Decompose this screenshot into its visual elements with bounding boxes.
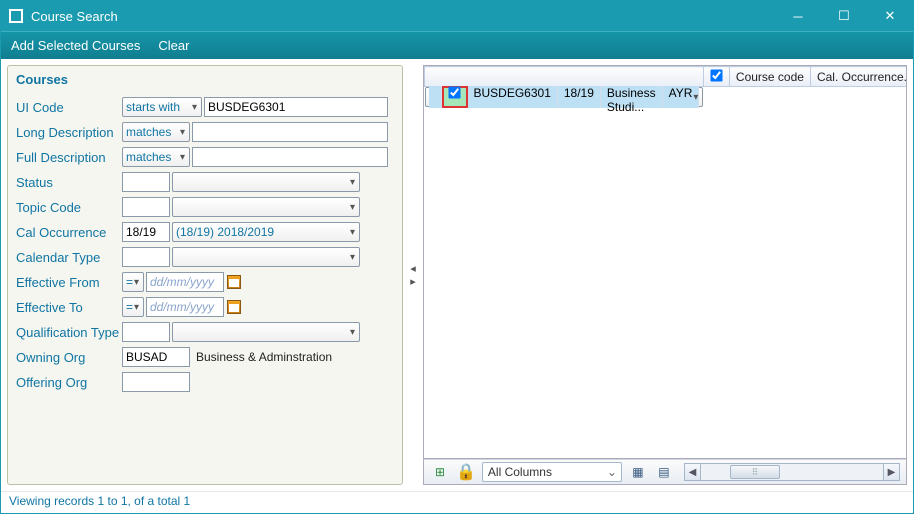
splitter-handle[interactable]: ◂▸ <box>407 65 419 485</box>
cal-type-select[interactable] <box>172 247 360 267</box>
title-bar: Course Search ─ ☐ ✕ <box>1 1 913 31</box>
calendar-icon[interactable] <box>227 275 241 289</box>
row-eff-to: Effective To = <box>16 295 394 319</box>
eff-from-operator[interactable]: = <box>122 272 144 292</box>
th-check[interactable] <box>703 67 729 87</box>
row-full-desc: Full Description matches <box>16 145 394 169</box>
row-long-desc: Long Description matches <box>16 120 394 144</box>
qual-type-select[interactable] <box>172 322 360 342</box>
row-cal-type: Calendar Type <box>16 245 394 269</box>
label-long-desc: Long Description <box>16 125 122 140</box>
scroll-left-arrow-icon[interactable]: ◀ <box>685 464 701 480</box>
filter-scope-dropdown[interactable]: All Columns <box>482 462 622 482</box>
calendar-icon[interactable] <box>227 300 241 314</box>
panel-title: Courses <box>16 72 394 87</box>
eff-to-operator[interactable]: = <box>122 297 144 317</box>
label-cal-occ: Cal Occurrence <box>16 225 122 240</box>
window-controls: ─ ☐ ✕ <box>775 1 913 31</box>
label-full-desc: Full Description <box>16 150 122 165</box>
eff-from-input[interactable] <box>146 272 224 292</box>
cal-type-code-input[interactable] <box>122 247 170 267</box>
cell-course-code: BUSDEG6301 <box>468 86 558 108</box>
long-desc-operator[interactable]: matches <box>122 122 190 142</box>
label-topic: Topic Code <box>16 200 122 215</box>
long-desc-input[interactable] <box>192 122 388 142</box>
grid-toolbar: ⊞ 🔒 All Columns ▦ ▤ ◀ ⠿ ▶ <box>423 459 907 485</box>
label-eff-to: Effective To <box>16 300 122 315</box>
topic-code-input[interactable] <box>122 197 170 217</box>
row-qual-type: Qualification Type <box>16 320 394 344</box>
cell-cal-occurrence: 18/19 <box>558 86 601 108</box>
label-own-org: Owning Org <box>16 350 122 365</box>
eff-to-input[interactable] <box>146 297 224 317</box>
scrollbar-thumb[interactable]: ⠿ <box>730 465 780 479</box>
label-cal-type: Calendar Type <box>16 250 122 265</box>
label-ui-code: UI Code <box>16 100 122 115</box>
lock-icon: 🔒 <box>456 462 476 482</box>
maximize-button[interactable]: ☐ <box>821 1 867 31</box>
th-cal-occurrence[interactable]: Cal. Occurrence... <box>810 67 907 87</box>
menu-add-selected[interactable]: Add Selected Courses <box>11 38 140 53</box>
export-icon[interactable]: ⊞ <box>430 462 450 482</box>
status-text: Viewing records 1 to 1, of a total 1 <box>9 494 190 508</box>
row-status: Status <box>16 170 394 194</box>
window-title: Course Search <box>31 9 118 24</box>
label-off-org: Offering Org <box>16 375 122 390</box>
row-indicator <box>429 86 442 108</box>
close-button[interactable]: ✕ <box>867 1 913 31</box>
qual-type-code-input[interactable] <box>122 322 170 342</box>
full-desc-operator[interactable]: matches <box>122 147 190 167</box>
table-header: Course code Cal. Occurrence... Long Desc… <box>425 67 908 87</box>
results-panel: Course code Cal. Occurrence... Long Desc… <box>423 65 907 485</box>
menu-clear[interactable]: Clear <box>158 38 189 53</box>
status-code-input[interactable] <box>122 172 170 192</box>
header-checkbox[interactable] <box>710 69 722 81</box>
grid-action-1-icon[interactable]: ▦ <box>628 462 648 482</box>
label-eff-from: Effective From <box>16 275 122 290</box>
label-qual-type: Qualification Type <box>16 325 122 340</box>
table-row[interactable]: BUSDEG6301 18/19 Business Studi... AYR <box>425 87 704 107</box>
ui-code-operator[interactable]: starts with <box>122 97 202 117</box>
cell-cal-type: AYR <box>663 86 700 108</box>
off-org-input[interactable] <box>122 372 190 392</box>
row-checkbox[interactable] <box>448 86 460 98</box>
row-eff-from: Effective From = <box>16 270 394 294</box>
main-content: Courses UI Code starts with Long Descrip… <box>1 59 913 491</box>
label-status: Status <box>16 175 122 190</box>
row-off-org: Offering Org <box>16 370 394 394</box>
th-course-code[interactable]: Course code <box>729 67 810 87</box>
ui-code-input[interactable] <box>204 97 388 117</box>
grid-action-2-icon[interactable]: ▤ <box>654 462 674 482</box>
horizontal-scrollbar[interactable]: ◀ ⠿ ▶ <box>684 463 900 481</box>
row-topic: Topic Code <box>16 195 394 219</box>
row-cal-occ: Cal Occurrence (18/19) 2018/2019 <box>16 220 394 244</box>
row-ui-code: UI Code starts with <box>16 95 394 119</box>
status-bar: Viewing records 1 to 1, of a total 1 <box>1 491 913 513</box>
minimize-button[interactable]: ─ <box>775 1 821 31</box>
row-own-org: Owning Org Business & Adminstration <box>16 345 394 369</box>
cell-long-desc: Business Studi... <box>601 86 663 108</box>
full-desc-input[interactable] <box>192 147 388 167</box>
own-org-input[interactable] <box>122 347 190 367</box>
search-panel: Courses UI Code starts with Long Descrip… <box>7 65 403 485</box>
scroll-right-arrow-icon[interactable]: ▶ <box>883 464 899 480</box>
topic-select[interactable] <box>172 197 360 217</box>
results-table: Course code Cal. Occurrence... Long Desc… <box>424 66 907 107</box>
results-grid: Course code Cal. Occurrence... Long Desc… <box>423 65 907 459</box>
row-checkbox-cell[interactable] <box>442 86 468 108</box>
own-org-display: Business & Adminstration <box>196 350 332 364</box>
th-blank[interactable] <box>425 67 704 87</box>
app-icon <box>9 9 23 23</box>
status-select[interactable] <box>172 172 360 192</box>
menu-bar: Add Selected Courses Clear <box>1 31 913 59</box>
cal-occ-code-input[interactable] <box>122 222 170 242</box>
cal-occ-select[interactable]: (18/19) 2018/2019 <box>172 222 360 242</box>
